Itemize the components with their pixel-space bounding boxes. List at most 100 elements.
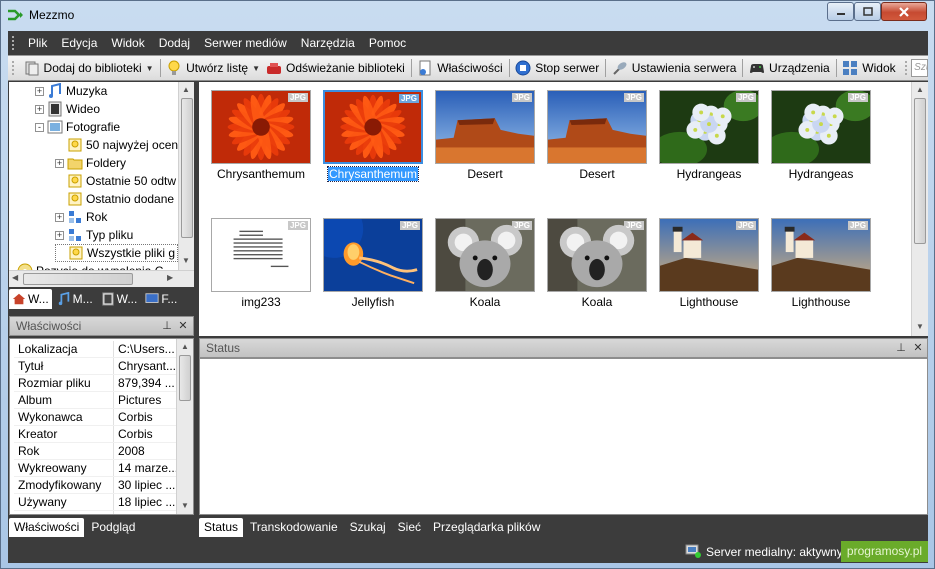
scroll-up-arrow-icon[interactable]: ▲	[916, 85, 924, 94]
tab-transcoding[interactable]: Transkodowanie	[245, 518, 343, 537]
thumbnail-image[interactable]: JPG	[323, 218, 423, 292]
expand-icon[interactable]: +	[35, 86, 44, 96]
property-row[interactable]: Tytuł Chrysant...	[14, 358, 176, 375]
tree-item[interactable]: + Foldery	[55, 154, 126, 172]
menu-dodaj[interactable]: Dodaj	[152, 36, 197, 50]
thumbnail-image[interactable]: JPG	[659, 90, 759, 164]
minimize-button[interactable]	[827, 2, 854, 21]
thumbnail-image[interactable]: JPG	[547, 218, 647, 292]
maximize-button[interactable]	[854, 2, 881, 21]
thumbnail-item[interactable]: JPG Hydrangeas	[771, 90, 871, 205]
search-input[interactable]: Szuk	[911, 59, 929, 77]
thumbnail-label[interactable]: Desert	[537, 167, 657, 181]
menu-edycja[interactable]: Edycja	[54, 36, 104, 50]
tab-photos[interactable]: F...	[142, 289, 180, 309]
thumbnail-item[interactable]: JPG Chrysanthemum	[323, 90, 423, 205]
tree-item[interactable]: + Muzyka	[35, 82, 107, 100]
menu-plik[interactable]: Plik	[21, 36, 54, 50]
thumbnail-item[interactable]: JPG Koala	[435, 218, 535, 333]
property-row[interactable]: Wykonawca Corbis	[14, 409, 176, 426]
scroll-right-arrow-icon[interactable]: ▶	[167, 273, 173, 282]
tab-home[interactable]: W...	[9, 289, 52, 309]
scroll-down-arrow-icon[interactable]: ▼	[181, 501, 189, 510]
property-row[interactable]: Lokalizacja C:\Users...	[14, 341, 176, 358]
thumbnail-item[interactable]: JPG Lighthouse	[771, 218, 871, 333]
tab-status[interactable]: Status	[199, 517, 244, 537]
expand-icon[interactable]: +	[55, 230, 64, 240]
thumbnail-item[interactable]: JPG Desert	[435, 90, 535, 205]
devices-button[interactable]: Urządzenia	[746, 57, 833, 79]
property-row[interactable]: Kreator Corbis	[14, 426, 176, 443]
tree-item[interactable]: + Rok	[55, 208, 107, 226]
gallery-scroll-thumb[interactable]	[914, 98, 926, 244]
menu-widok[interactable]: Widok	[104, 36, 151, 50]
property-row[interactable]: Zmodyfikowany 30 lipiec ...	[14, 477, 176, 494]
tree-item[interactable]: Ostatnio dodane	[55, 190, 174, 208]
tree-item[interactable]: Wszystkie pliki g	[55, 244, 179, 262]
thumbnail-image[interactable]: JPG	[771, 90, 871, 164]
scroll-down-arrow-icon[interactable]: ▼	[916, 322, 924, 331]
menu-serwer-mediow[interactable]: Serwer mediów	[197, 36, 294, 50]
thumbnail-item[interactable]: JPG Chrysanthemum	[211, 90, 311, 205]
thumbnail-image[interactable]: JPG	[435, 90, 535, 164]
stop-server-button[interactable]: Stop serwer	[512, 57, 602, 79]
menubar-grip-handle[interactable]	[12, 36, 15, 50]
property-row[interactable]: Używany 18 lipiec ...	[14, 494, 176, 511]
create-list-button[interactable]: Utwórz listę	[163, 57, 251, 79]
property-row[interactable]: Album Pictures	[14, 392, 176, 409]
scroll-up-arrow-icon[interactable]: ▲	[182, 85, 190, 94]
tab-music[interactable]: M...	[54, 289, 96, 309]
tab-file-browser[interactable]: Przeglądarka plików	[428, 518, 545, 537]
view-button[interactable]: Widok	[839, 57, 898, 79]
create-list-dropdown-icon[interactable]: ▼	[252, 64, 260, 73]
thumbnail-label[interactable]: Hydrangeas	[761, 167, 881, 181]
tree-hscroll-thumb[interactable]	[23, 273, 133, 285]
thumbnail-label[interactable]: Lighthouse	[761, 295, 881, 309]
property-row[interactable]: Rok 2008	[14, 443, 176, 460]
tab-properties[interactable]: Właściwości	[9, 517, 85, 537]
thumbnail-label[interactable]: Koala	[537, 295, 657, 309]
properties-scrollbar[interactable]: ▲ ▼	[176, 339, 193, 514]
thumbnail-item[interactable]: JPG img233	[211, 218, 311, 333]
tree-item[interactable]: Ostatnie 50 odtw	[55, 172, 176, 190]
tab-network[interactable]: Sieć	[393, 518, 426, 537]
tab-preview[interactable]: Podgląd	[86, 518, 140, 537]
thumbnail-item[interactable]: JPG Lighthouse	[659, 218, 759, 333]
thumbnail-label[interactable]: Jellyfish	[313, 295, 433, 309]
menu-narzedzia[interactable]: Narzędzia	[294, 36, 362, 50]
add-to-library-button[interactable]: Dodaj do biblioteki	[21, 57, 145, 79]
server-settings-button[interactable]: Ustawienia serwera	[609, 57, 740, 79]
refresh-library-button[interactable]: Odświeżanie biblioteki	[263, 57, 408, 79]
tree-item[interactable]: 50 najwyżej ocen	[55, 136, 178, 154]
thumbnail-image[interactable]: JPG	[547, 90, 647, 164]
thumbnail-image[interactable]: JPG	[659, 218, 759, 292]
thumbnail-label[interactable]: Chrysanthemum	[201, 167, 321, 181]
pin-icon[interactable]: ⊥	[160, 319, 174, 333]
thumbnail-image[interactable]: JPG	[771, 218, 871, 292]
thumbnail-label[interactable]: Hydrangeas	[649, 167, 769, 181]
thumbnail-item[interactable]: JPG Koala	[547, 218, 647, 333]
tree-item[interactable]: + Wideo	[35, 100, 100, 118]
thumbnail-item[interactable]: JPG Desert	[547, 90, 647, 205]
property-row[interactable]: Szerokość1,024	[14, 511, 176, 514]
collapse-icon[interactable]: -	[35, 122, 44, 132]
thumbnail-label[interactable]: img233	[201, 295, 321, 309]
thumbnail-image[interactable]: JPG	[435, 218, 535, 292]
tree-item[interactable]: Pozycje do wypalenia C	[17, 262, 163, 270]
scroll-left-arrow-icon[interactable]: ◀	[12, 273, 18, 282]
thumbnail-label[interactable]: Lighthouse	[649, 295, 769, 309]
thumbnail-image[interactable]: JPG	[211, 90, 311, 164]
property-row[interactable]: Wykreowany 14 marze...	[14, 460, 176, 477]
close-panel-icon[interactable]: ✕	[911, 341, 925, 355]
thumbnail-label[interactable]: Desert	[425, 167, 545, 181]
thumbnail-image[interactable]: JPG	[323, 90, 423, 164]
tab-search[interactable]: Szukaj	[345, 518, 391, 537]
thumbnail-label[interactable]: Chrysanthemum	[313, 166, 433, 182]
tree-scroll-thumb[interactable]	[181, 98, 193, 238]
tree-vertical-scrollbar[interactable]: ▲ ▼	[178, 82, 194, 270]
thumbnail-image[interactable]: JPG	[211, 218, 311, 292]
property-row[interactable]: Rozmiar pliku 879,394 ...	[14, 375, 176, 392]
toolbar-grip-handle[interactable]	[12, 61, 15, 75]
expand-icon[interactable]: +	[55, 158, 64, 168]
pin-icon[interactable]: ⊥	[894, 341, 908, 355]
